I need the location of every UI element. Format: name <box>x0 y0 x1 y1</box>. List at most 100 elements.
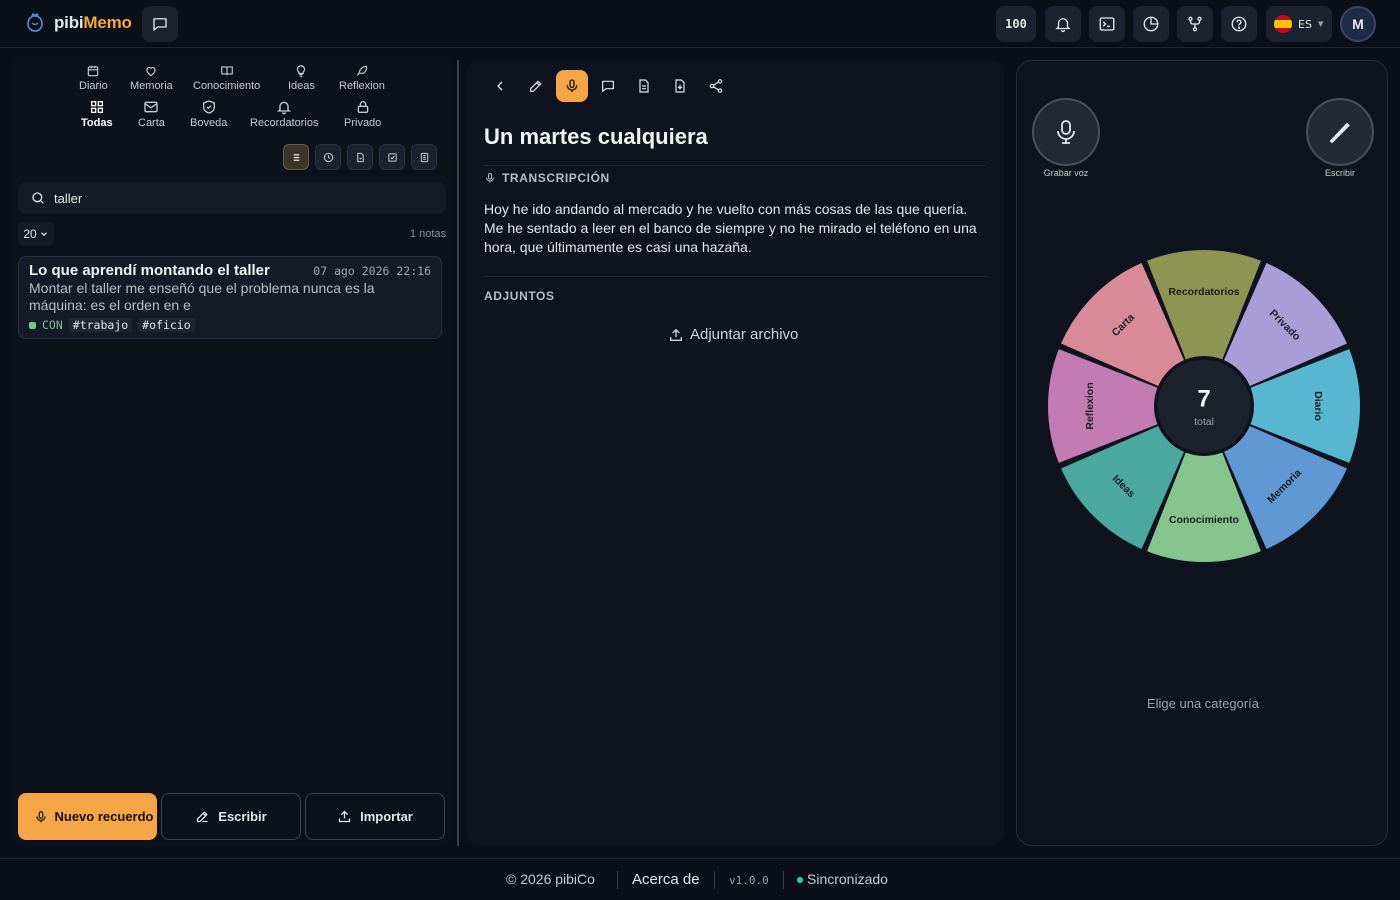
sync-dot <box>797 877 803 884</box>
category-recordatorios[interactable]: Recordatorios <box>250 99 318 129</box>
category-privado[interactable]: Privado <box>344 99 381 129</box>
category-label: Reflexion <box>339 80 385 92</box>
sync-status-label: Sincronizado <box>807 871 888 887</box>
clock-icon <box>323 152 333 162</box>
graph-button[interactable] <box>1177 6 1213 42</box>
chevron-down-icon <box>40 232 47 237</box>
footer-separator <box>714 871 715 889</box>
note-tags: CON #trabajo #oficio <box>29 318 195 332</box>
calendar-icon <box>88 65 99 77</box>
category-conocimiento[interactable]: Conocimiento <box>193 64 260 92</box>
terminal-button[interactable] <box>1089 6 1125 42</box>
wheel-label-reflexion: Reflexion <box>1084 382 1096 429</box>
category-todas[interactable]: Todas <box>81 99 113 129</box>
record-voice-button[interactable] <box>1032 98 1100 166</box>
logo-text-prefix: pibi <box>54 13 84 32</box>
feather-icon <box>356 65 368 77</box>
view-timeline-button[interactable] <box>315 144 341 170</box>
footer-separator <box>783 871 784 889</box>
list-icon <box>293 153 299 161</box>
export-button[interactable] <box>664 70 696 102</box>
note-tag[interactable]: #trabajo <box>68 318 133 332</box>
choose-category-hint: Elige una categoría <box>1146 696 1260 711</box>
comment-button[interactable] <box>592 70 624 102</box>
about-link[interactable]: Acerca de <box>632 871 700 888</box>
wheel-total-label: total <box>1194 416 1214 428</box>
category-boveda[interactable]: Boveda <box>190 99 227 129</box>
pencil-icon <box>530 80 542 92</box>
copyright: © 2026 pibiCo <box>506 871 595 887</box>
category-wheel[interactable]: CartaRecordatoriosPrivadoDiarioMemoriaCo… <box>1047 249 1361 563</box>
category-ideas[interactable]: Ideas <box>288 64 315 92</box>
app-footer: © 2026 pibiCo Acerca de v1.0.0 Sincroniz… <box>0 858 1400 900</box>
logo-text-accent: Memo <box>83 13 132 32</box>
count-badge[interactable]: 100 <box>996 6 1036 42</box>
attach-file-label: Adjuntar archivo <box>690 326 799 343</box>
transcription-text[interactable]: Hoy he ido andando al mercado y he vuelt… <box>484 200 989 257</box>
view-docs-button[interactable] <box>411 144 437 170</box>
voice-button[interactable] <box>556 70 588 102</box>
search-input[interactable] <box>54 190 414 206</box>
spain-flag-icon <box>1274 15 1292 33</box>
page-size-select[interactable]: 20 <box>18 222 54 246</box>
write-note-button[interactable] <box>1306 98 1374 166</box>
chat-button[interactable] <box>142 6 178 42</box>
import-button[interactable]: Importar <box>305 793 445 840</box>
app-header: pibiMemo 100 ES ▼ M <box>0 0 1400 48</box>
user-avatar[interactable]: M <box>1340 6 1376 42</box>
book-icon <box>220 66 233 76</box>
page-size-value: 20 <box>23 227 37 241</box>
lock-icon <box>357 101 368 113</box>
note-card[interactable]: Lo que aprendí montando el taller 07 ago… <box>18 256 442 339</box>
help-button[interactable] <box>1221 6 1257 42</box>
note-category-code: CON <box>42 318 63 332</box>
panel-divider[interactable] <box>457 60 459 846</box>
attach-file-button[interactable]: Adjuntar archivo <box>668 326 798 343</box>
category-diario[interactable]: Diario <box>79 64 108 92</box>
note-title[interactable]: Un martes cualquiera <box>484 124 708 150</box>
shield-icon <box>202 100 215 114</box>
category-dot <box>29 321 36 329</box>
write-button[interactable]: Escribir <box>161 793 301 840</box>
write-label: Escribir <box>218 809 267 824</box>
document-icon <box>639 79 649 93</box>
category-label: Diario <box>79 80 108 92</box>
note-tag[interactable]: #oficio <box>138 318 195 332</box>
lightbulb-icon <box>297 65 306 77</box>
category-memoria[interactable]: Memoria <box>130 64 173 92</box>
envelope-icon <box>144 101 159 113</box>
edit-button[interactable] <box>520 70 552 102</box>
view-list-button[interactable] <box>283 144 309 170</box>
search-bar[interactable] <box>18 182 446 214</box>
divider <box>484 276 986 277</box>
stats-button[interactable] <box>1133 6 1169 42</box>
category-carta[interactable]: Carta <box>138 99 165 129</box>
back-button[interactable] <box>484 70 516 102</box>
view-tasks-button[interactable] <box>379 144 405 170</box>
category-label: Todas <box>81 117 113 129</box>
notifications-button[interactable] <box>1045 6 1081 42</box>
notes-count: 1 notas <box>409 228 446 240</box>
note-editor: Un martes cualquiera TRANSCRIPCIÓN Hoy h… <box>466 60 1004 846</box>
bell-icon <box>277 101 292 115</box>
chat-icon <box>153 18 167 31</box>
transcription-label: TRANSCRIPCIÓN <box>502 171 610 185</box>
view-files-button[interactable] <box>347 144 373 170</box>
terminal-icon <box>1099 17 1115 31</box>
wheel-label-recordatorios: Recordatorios <box>1168 286 1239 298</box>
document-button[interactable] <box>628 70 660 102</box>
language-selector[interactable]: ES ▼ <box>1266 6 1332 42</box>
note-date: 07 ago 2026 22:16 <box>313 264 431 278</box>
pie-chart-icon <box>1143 16 1159 32</box>
write-note-label: Escribir <box>1324 168 1355 178</box>
grid-icon <box>90 101 103 113</box>
microphone-icon <box>36 810 46 822</box>
chevron-left-icon <box>497 81 503 91</box>
new-memory-button[interactable]: Nuevo recuerdo <box>18 793 157 840</box>
transcription-heading: TRANSCRIPCIÓN <box>484 171 610 185</box>
app-logo[interactable]: pibiMemo <box>24 12 132 34</box>
share-button[interactable] <box>700 70 732 102</box>
notes-sidebar: Diario Memoria Conocimiento Ideas Reflex… <box>12 56 452 846</box>
category-reflexion[interactable]: Reflexion <box>339 64 385 92</box>
note-excerpt: Montar el taller me enseñó que el proble… <box>29 280 375 313</box>
